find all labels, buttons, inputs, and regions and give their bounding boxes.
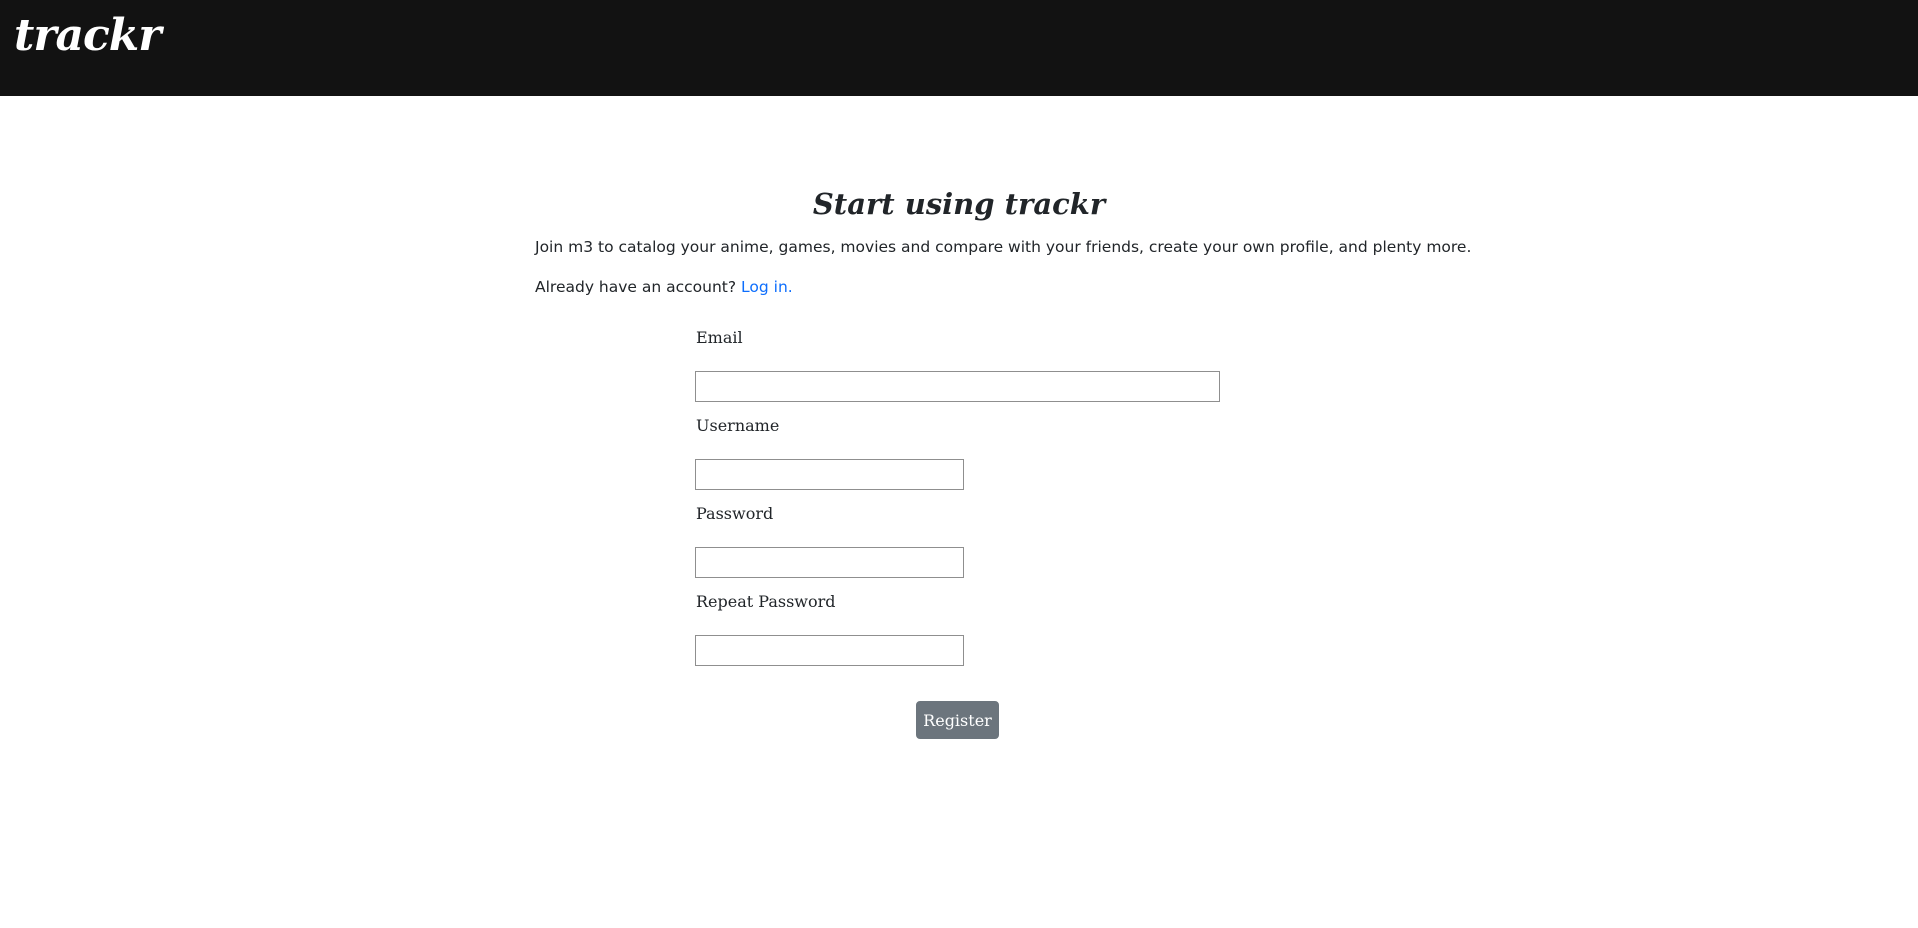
- login-link[interactable]: Log in.: [741, 278, 793, 296]
- login-prompt: Already have an account? Log in.: [535, 277, 793, 297]
- register-button[interactable]: Register: [916, 701, 999, 739]
- username-field[interactable]: [695, 459, 964, 490]
- email-label: Email: [696, 328, 743, 347]
- page-title: Start using trackr: [812, 187, 1106, 221]
- top-navbar: trackr: [0, 0, 1918, 96]
- password-label: Password: [696, 504, 774, 523]
- username-label: Username: [696, 416, 780, 435]
- repeat-password-field[interactable]: [695, 635, 964, 666]
- login-prompt-text: Already have an account?: [535, 278, 742, 296]
- site-logo[interactable]: trackr: [14, 14, 161, 58]
- intro-text: Join m3 to catalog your anime, games, mo…: [535, 238, 1472, 256]
- email-field[interactable]: [695, 371, 1220, 402]
- password-field[interactable]: [695, 547, 964, 578]
- repeat-password-label: Repeat Password: [696, 592, 836, 611]
